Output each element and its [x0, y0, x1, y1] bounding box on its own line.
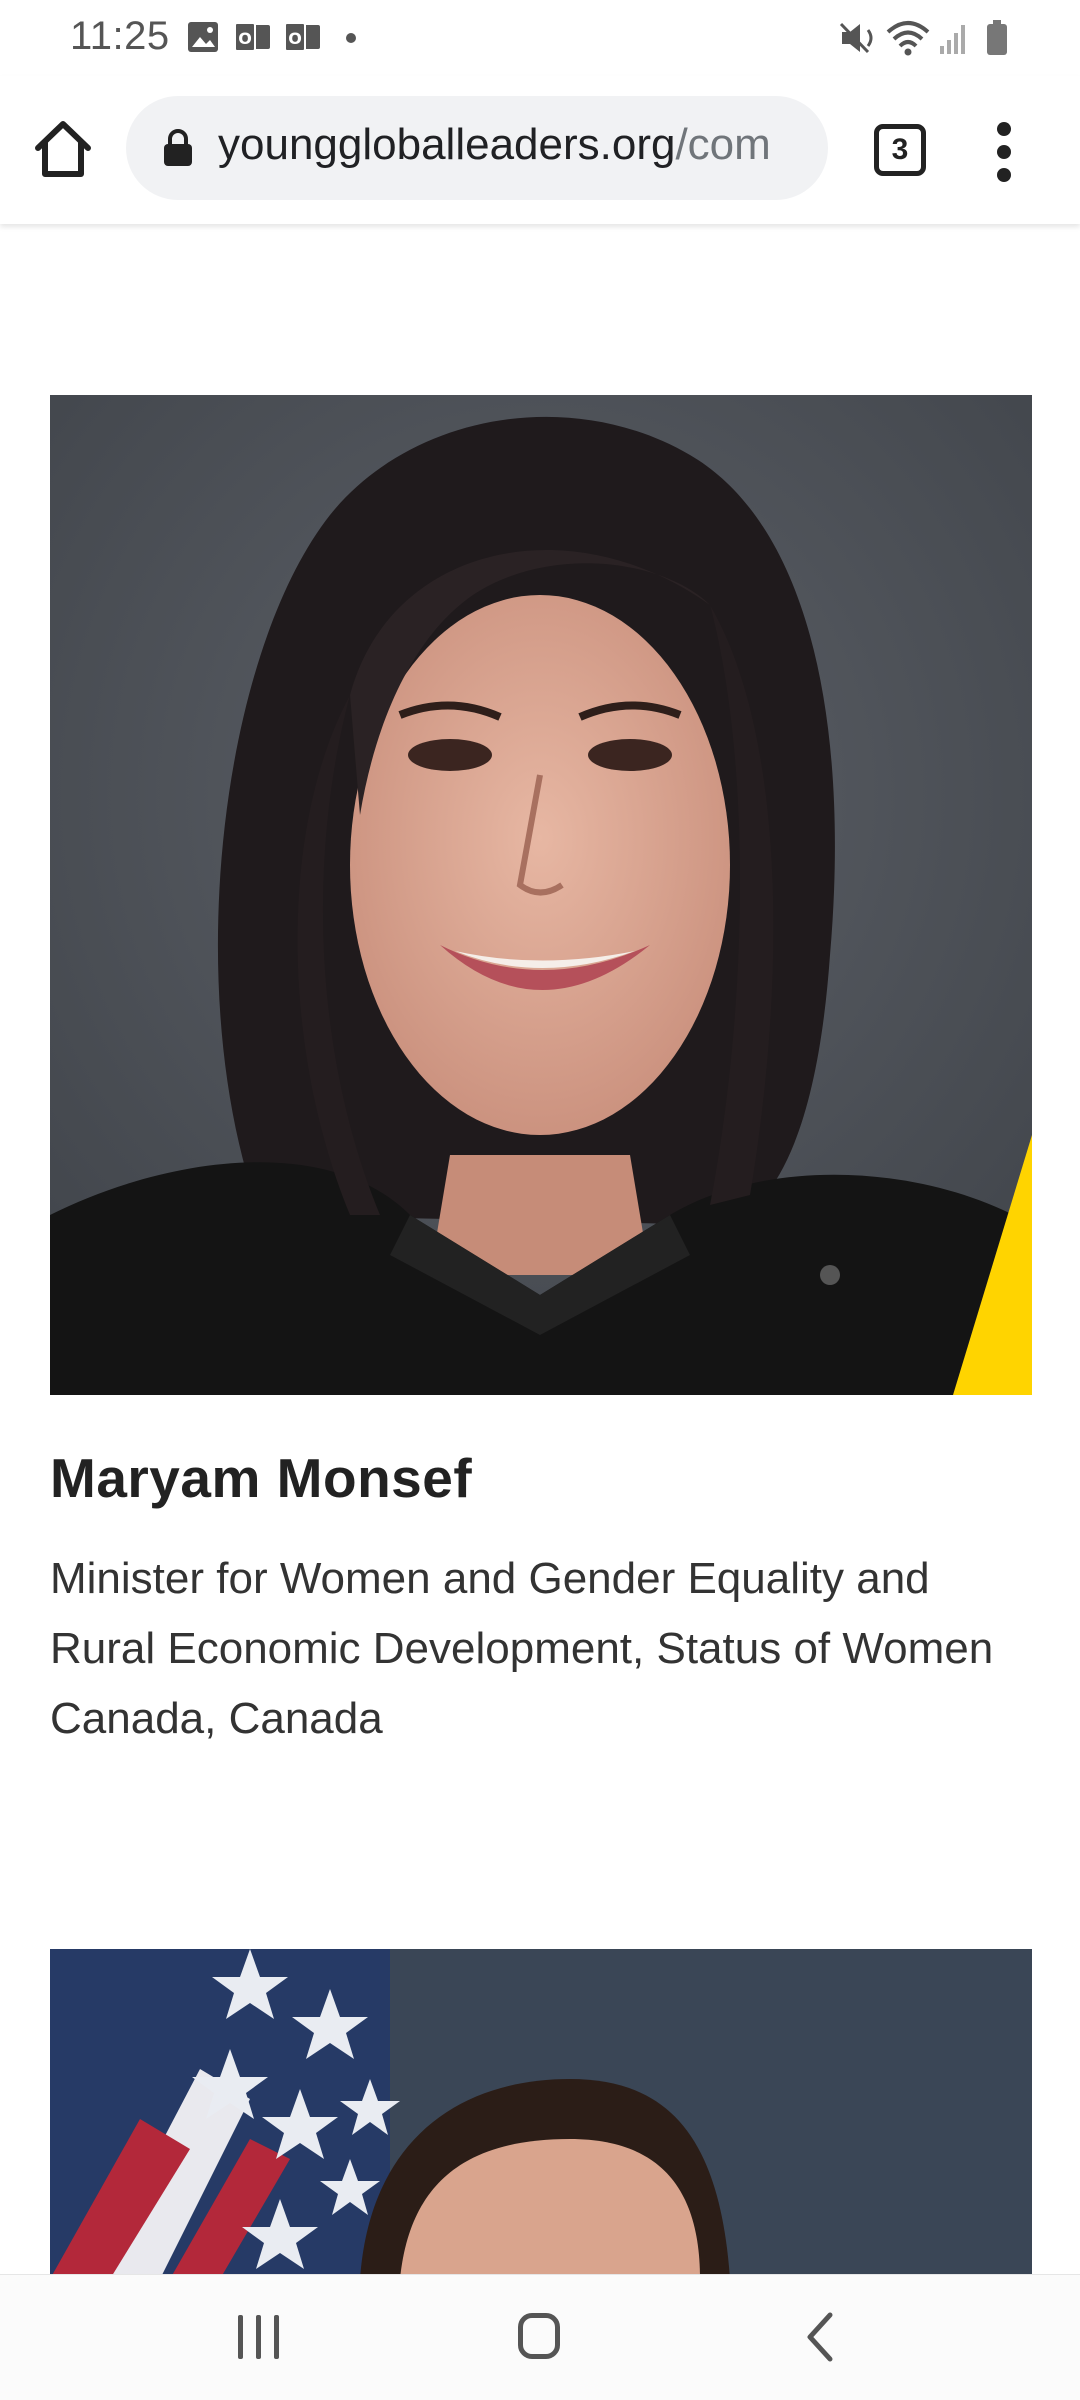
- profile-name[interactable]: Maryam Monsef: [50, 1446, 472, 1510]
- lock-icon: [164, 129, 192, 166]
- url-path: /com: [675, 120, 771, 169]
- more-options-icon[interactable]: [990, 122, 1020, 182]
- back-icon[interactable]: [800, 2311, 840, 2363]
- portrait-image: [50, 1949, 1032, 2274]
- mute-vibrate-icon: [839, 22, 873, 54]
- browser-toolbar: younggloballeaders.org/com 3: [0, 76, 1080, 224]
- address-bar[interactable]: younggloballeaders.org/com: [126, 96, 828, 200]
- wifi-icon: [886, 21, 930, 56]
- battery-icon: [987, 20, 1007, 55]
- dot-icon: [346, 33, 356, 43]
- svg-text:O: O: [238, 29, 252, 48]
- home-icon[interactable]: [30, 116, 96, 182]
- system-navigation-bar: [0, 2274, 1080, 2400]
- status-time: 11:25: [70, 14, 170, 58]
- outlook-icon: O: [234, 22, 270, 52]
- signal-icon: [940, 25, 965, 54]
- outlook-icon: O: [284, 22, 320, 52]
- image-icon: [188, 22, 218, 52]
- page-content: Maryam Monsef Minister for Women and Gen…: [0, 224, 1080, 2274]
- recent-apps-icon[interactable]: [236, 2315, 282, 2359]
- home-nav-icon[interactable]: [518, 2313, 560, 2359]
- status-bar: 11:25 O O: [0, 0, 1080, 76]
- tab-count: 3: [891, 133, 909, 166]
- profile-title: Minister for Women and Gender Equality a…: [50, 1554, 994, 1743]
- profile-photo[interactable]: [50, 395, 1032, 1395]
- tab-switcher-button[interactable]: 3: [874, 124, 926, 176]
- url-host: younggloballeaders.org: [218, 120, 676, 169]
- next-profile-photo[interactable]: [50, 1949, 1032, 2274]
- portrait-image: [50, 395, 1032, 1395]
- svg-text:O: O: [288, 29, 302, 48]
- url-text[interactable]: younggloballeaders.org/com: [218, 120, 818, 170]
